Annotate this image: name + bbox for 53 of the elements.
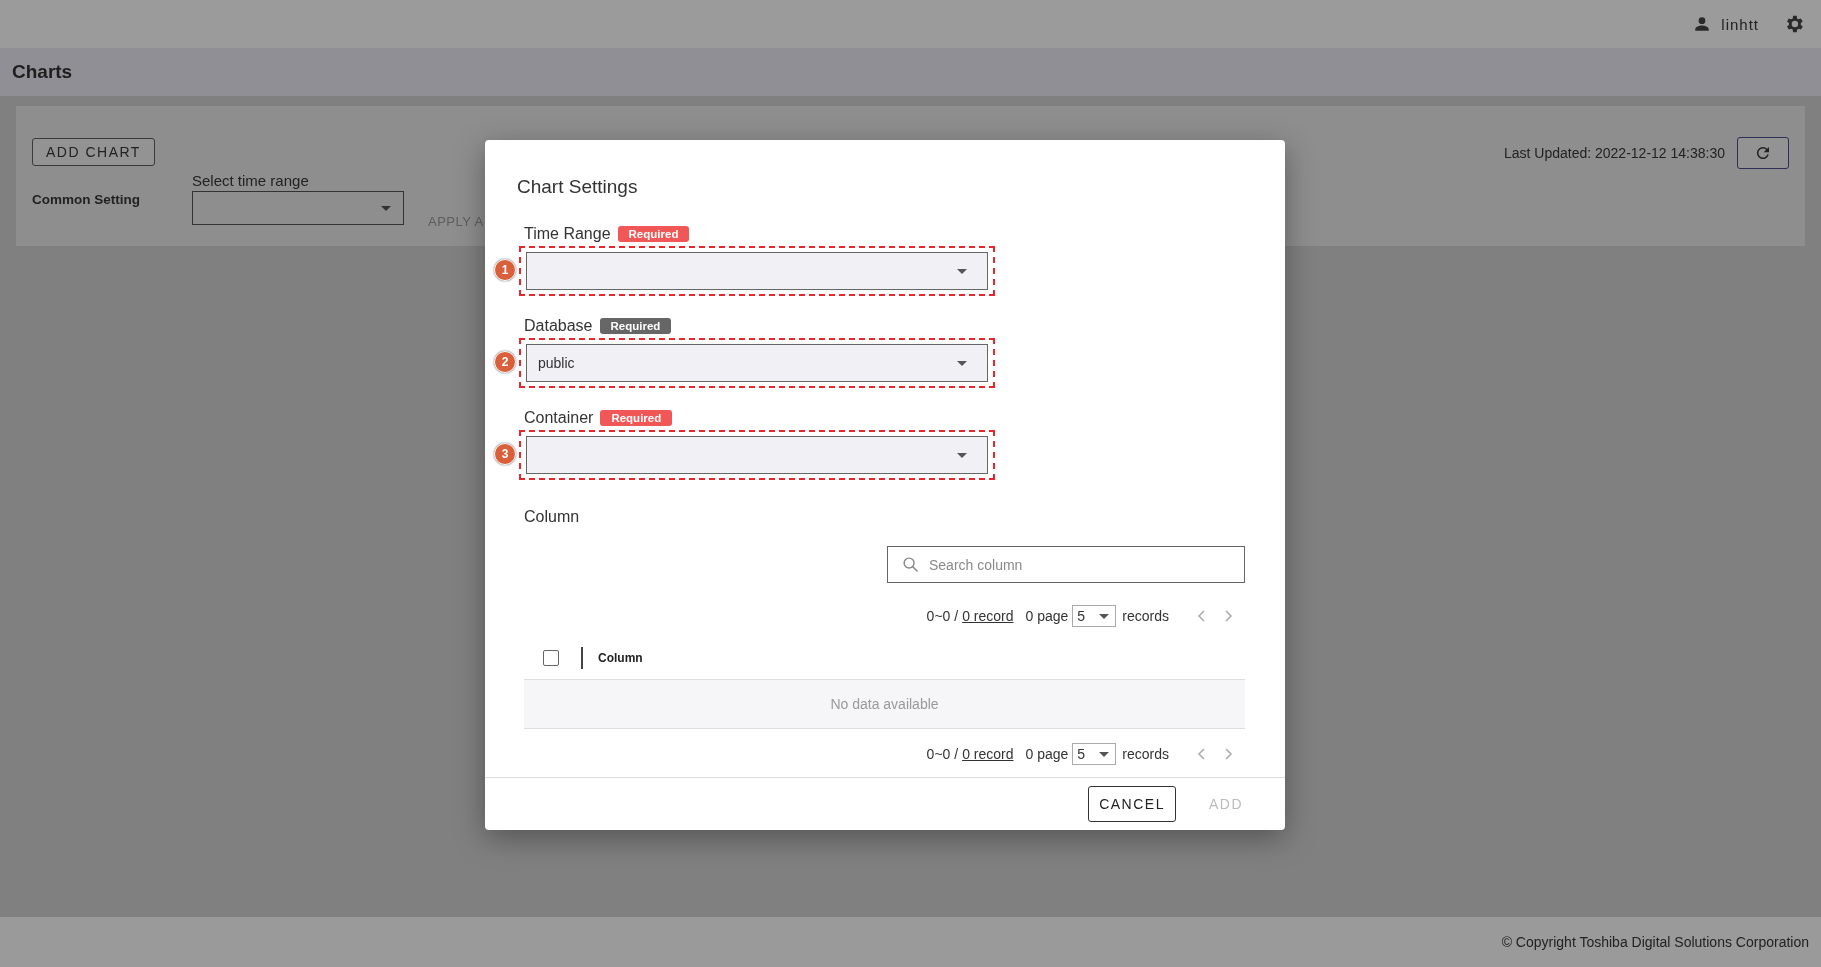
refresh-button[interactable] [1737,137,1789,169]
dialog-title: Chart Settings [517,176,639,198]
time-range-select[interactable] [192,191,404,225]
column-header: Column [598,651,643,665]
select-all-checkbox[interactable] [543,650,559,666]
step-number: 3 [494,443,516,465]
chevron-left-icon[interactable] [1197,748,1205,760]
caret-icon [957,268,967,274]
field-label: Database [524,317,593,335]
caret-icon [957,452,967,458]
dropdown-select[interactable] [526,436,988,474]
refresh-icon [1754,144,1772,162]
search-icon [902,556,919,573]
common-setting-label: Common Setting [32,192,140,207]
add-chart-button[interactable]: ADD CHART [32,138,155,166]
required-badge: Required [617,226,690,242]
chevron-right-icon[interactable] [1225,748,1233,760]
field-label: Container [524,409,594,427]
chevron-right-icon[interactable] [1225,610,1233,622]
caret-icon [1099,613,1110,619]
user-icon[interactable] [1693,15,1712,33]
search-input[interactable]: Search column [927,555,1244,574]
page-count: 0 page [1025,608,1069,624]
field-label: Time Range [524,225,611,243]
page-size-select[interactable]: 5 [1072,605,1117,627]
column-label: Column [524,508,581,526]
username[interactable]: linhtt [1721,15,1759,33]
time-range-label: Select time range [192,172,310,189]
dropdown-select[interactable] [526,252,988,290]
record-count-link[interactable]: 0 record [962,608,1014,624]
step-number: 1 [494,259,516,281]
required-badge: Required [600,410,673,426]
record-range: 0~0 / [926,608,959,624]
page-size-select[interactable]: 5 [1072,743,1117,765]
record-range: 0~0 / [926,746,959,762]
copyright-text: © Copyright Toshiba Digital Solutions Corporation [1501,934,1809,950]
select-value: public [538,355,575,371]
empty-message: No data available [524,680,1245,729]
record-count-link[interactable]: 0 record [962,746,1014,762]
caret-icon [381,205,391,211]
records-label: records [1122,608,1169,624]
records-label: records [1122,746,1169,762]
chevron-left-icon[interactable] [1197,610,1205,622]
search-field[interactable]: Search column [887,546,1245,583]
caret-icon [957,360,967,366]
step-number: 2 [494,351,516,373]
dropdown-select[interactable]: public [526,344,988,382]
required-badge: Required [599,318,672,334]
caret-icon [1099,751,1110,757]
last-updated-text: Last Updated: 2022-12-12 14:38:30 [1503,145,1725,161]
cancel-button[interactable]: CANCEL [1088,786,1176,822]
page-count: 0 page [1025,746,1069,762]
page-title: Charts [12,61,73,83]
